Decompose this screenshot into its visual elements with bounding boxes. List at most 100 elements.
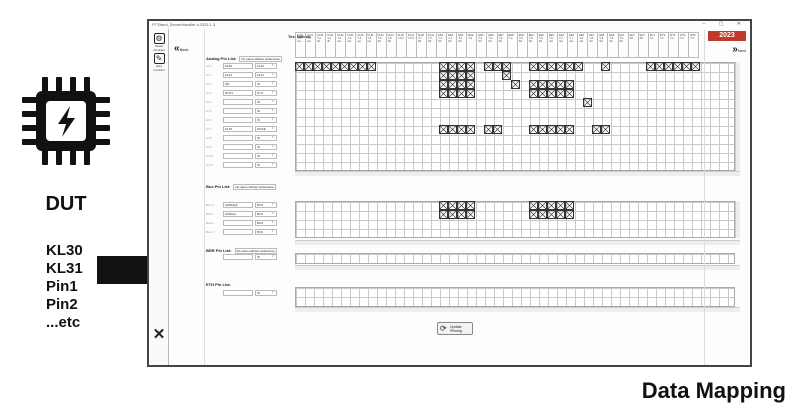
analog-mapping-grid[interactable] (295, 62, 735, 171)
mapping-cross-mark[interactable] (673, 62, 682, 71)
edit-contract-button[interactable]: ✎ Edit Contract (151, 53, 167, 72)
mapping-cross-mark[interactable] (448, 62, 457, 71)
pin-name-input[interactable]: KL31 (223, 72, 253, 78)
analog-hscrollbar[interactable] (295, 171, 740, 176)
mapping-cross-mark[interactable] (448, 125, 457, 134)
mapping-cross-mark[interactable] (349, 62, 358, 71)
mapping-cross-mark[interactable] (547, 62, 556, 71)
mapping-cross-mark[interactable] (439, 80, 448, 89)
mapping-cross-mark[interactable] (565, 210, 574, 219)
mapping-cross-mark[interactable] (457, 71, 466, 80)
mapping-cross-mark[interactable] (457, 210, 466, 219)
mapping-cross-mark[interactable] (502, 62, 511, 71)
back-button[interactable]: «Back (174, 43, 188, 54)
pin-name-input[interactable]: CANHigh (223, 202, 253, 208)
mapping-cross-mark[interactable] (547, 201, 556, 210)
pin-name-input[interactable] (223, 290, 253, 296)
mapping-cross-mark[interactable] (538, 210, 547, 219)
mapping-cross-mark[interactable] (538, 80, 547, 89)
mapping-cross-mark[interactable] (340, 62, 349, 71)
bus-mapping-grid[interactable] (295, 201, 735, 238)
mapping-cross-mark[interactable] (664, 62, 673, 71)
mapping-cross-mark[interactable] (601, 125, 610, 134)
mapping-cross-mark[interactable] (556, 89, 565, 98)
mapping-cross-mark[interactable] (484, 125, 493, 134)
eth-mapping-grid[interactable] (295, 287, 735, 307)
pin-name-input[interactable] (223, 99, 253, 105)
mapping-cross-mark[interactable] (511, 80, 520, 89)
mapping-cross-mark[interactable] (529, 80, 538, 89)
mapping-cross-mark[interactable] (502, 71, 511, 80)
pin-name-input[interactable] (223, 162, 253, 168)
mapping-cross-mark[interactable] (556, 62, 565, 71)
mapping-cross-mark[interactable] (529, 201, 538, 210)
pin-name-input[interactable] (223, 254, 253, 260)
mapping-cross-mark[interactable] (439, 71, 448, 80)
mapping-cross-mark[interactable] (529, 125, 538, 134)
mapping-cross-mark[interactable] (529, 89, 538, 98)
pin-name-input[interactable] (223, 153, 253, 159)
pin-name-input[interactable]: KL30 (223, 63, 253, 69)
mapping-cross-mark[interactable] (448, 89, 457, 98)
brr-mapping-grid[interactable] (295, 253, 735, 264)
mapping-cross-mark[interactable] (466, 71, 475, 80)
mapping-cross-mark[interactable] (439, 125, 448, 134)
mapping-cross-mark[interactable] (331, 62, 340, 71)
pin-name-input[interactable] (223, 220, 253, 226)
mapping-cross-mark[interactable] (601, 62, 610, 71)
mapping-cross-mark[interactable] (574, 62, 583, 71)
update-pinning-button[interactable]: ⟳ Update Pinning (437, 322, 473, 335)
read-contract-button[interactable]: ⚙ Read Contract (151, 33, 167, 52)
mapping-cross-mark[interactable] (565, 89, 574, 98)
next-button[interactable]: »Next (732, 44, 746, 55)
mapping-cross-mark[interactable] (565, 62, 574, 71)
mapping-cross-mark[interactable] (565, 80, 574, 89)
close-icon[interactable]: ✕ (151, 325, 167, 343)
pin-name-input[interactable] (223, 117, 253, 123)
mapping-cross-mark[interactable] (457, 201, 466, 210)
mapping-cross-mark[interactable] (547, 80, 556, 89)
mapping-cross-mark[interactable] (439, 201, 448, 210)
mapping-cross-mark[interactable] (691, 62, 700, 71)
mapping-cross-mark[interactable] (565, 201, 574, 210)
mapping-cross-mark[interactable] (448, 210, 457, 219)
mapping-cross-mark[interactable] (448, 71, 457, 80)
mapping-cross-mark[interactable] (493, 125, 502, 134)
mapping-cross-mark[interactable] (484, 62, 493, 71)
mapping-cross-mark[interactable] (466, 201, 475, 210)
bus-hscrollbar[interactable] (295, 240, 740, 245)
mapping-cross-mark[interactable] (547, 89, 556, 98)
mapping-cross-mark[interactable] (547, 210, 556, 219)
mapping-cross-mark[interactable] (457, 80, 466, 89)
window-controls[interactable]: – ▢ ✕ (703, 21, 747, 27)
pin-name-input[interactable]: CANlow (223, 211, 253, 217)
mapping-cross-mark[interactable] (592, 125, 601, 134)
mapping-cross-mark[interactable] (439, 210, 448, 219)
mapping-cross-mark[interactable] (367, 62, 376, 71)
pin-name-input[interactable] (223, 144, 253, 150)
mapping-cross-mark[interactable] (529, 210, 538, 219)
mapping-cross-mark[interactable] (448, 201, 457, 210)
mapping-cross-mark[interactable] (682, 62, 691, 71)
mapping-cross-mark[interactable] (304, 62, 313, 71)
mapping-cross-mark[interactable] (556, 210, 565, 219)
mapping-cross-mark[interactable] (439, 89, 448, 98)
mapping-cross-mark[interactable] (457, 89, 466, 98)
mapping-cross-mark[interactable] (538, 125, 547, 134)
mapping-cross-mark[interactable] (466, 80, 475, 89)
mapping-cross-mark[interactable] (322, 62, 331, 71)
mapping-cross-mark[interactable] (547, 125, 556, 134)
mapping-cross-mark[interactable] (457, 62, 466, 71)
mapping-cross-mark[interactable] (457, 125, 466, 134)
mapping-cross-mark[interactable] (556, 125, 565, 134)
mapping-cross-mark[interactable] (493, 62, 502, 71)
mapping-cross-mark[interactable] (448, 80, 457, 89)
mapping-cross-mark[interactable] (538, 62, 547, 71)
pin-name-input[interactable]: IN1 (223, 81, 253, 87)
mapping-cross-mark[interactable] (646, 62, 655, 71)
pin-name-input[interactable] (223, 229, 253, 235)
mapping-cross-mark[interactable] (538, 89, 547, 98)
mapping-cross-mark[interactable] (583, 98, 592, 107)
pin-name-input[interactable] (223, 108, 253, 114)
mapping-cross-mark[interactable] (313, 62, 322, 71)
